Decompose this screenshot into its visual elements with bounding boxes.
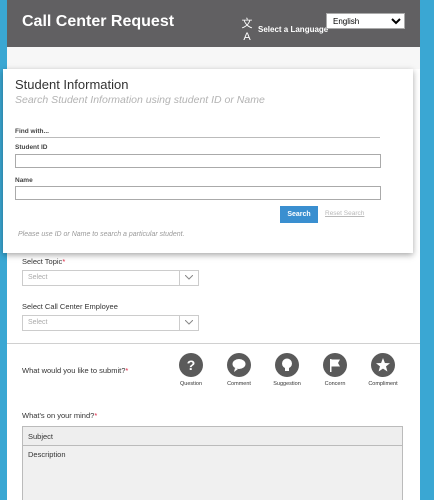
name-label: Name <box>15 177 33 184</box>
description-placeholder: Description <box>28 450 66 459</box>
option-label: Compliment <box>368 381 398 387</box>
chevron-down-icon <box>179 271 198 285</box>
name-input[interactable] <box>15 186 381 200</box>
submit-option-concern[interactable]: Concern <box>315 353 355 387</box>
student-info-subtitle: Search Student Information using student… <box>15 94 265 106</box>
translate-icon: 文A <box>241 18 253 43</box>
topic-select[interactable]: Select <box>22 270 199 286</box>
submit-option-suggestion[interactable]: Suggestion <box>267 353 307 387</box>
submit-option-question[interactable]: ? Question <box>171 353 211 387</box>
option-label: Question <box>179 381 202 387</box>
search-button[interactable]: Search <box>280 206 318 223</box>
comment-icon <box>232 359 246 372</box>
language-label: Select a Language <box>258 24 329 34</box>
subject-field[interactable]: Subject <box>23 427 402 446</box>
search-hint: Please use ID or Name to search a partic… <box>18 231 185 238</box>
employee-label: Select Call Center Employee <box>22 302 118 311</box>
student-id-input[interactable] <box>15 154 381 168</box>
header-bar: Call Center Request 文A Select a Language… <box>7 0 420 47</box>
submit-label: What would you like to submit?* <box>22 366 129 375</box>
page-title: Call Center Request <box>22 13 175 30</box>
reset-search-link[interactable]: Reset Search <box>325 210 364 217</box>
employee-select[interactable]: Select <box>22 315 199 331</box>
message-box: Subject Description <box>22 426 403 500</box>
mind-label: What's on your mind?* <box>22 411 98 420</box>
flag-icon <box>330 359 340 372</box>
student-info-title: Student Information <box>15 77 129 92</box>
lightbulb-icon <box>282 358 292 371</box>
topic-placeholder: Select <box>28 274 48 281</box>
find-divider <box>15 137 380 138</box>
question-icon: ? <box>187 357 196 373</box>
student-id-label: Student ID <box>15 144 48 151</box>
submit-option-comment[interactable]: Comment <box>219 353 259 387</box>
language-picker: 文A Select a Language English <box>240 13 405 43</box>
star-icon <box>376 358 390 372</box>
header-spacer <box>7 47 420 69</box>
submit-option-compliment[interactable]: Compliment <box>363 353 403 387</box>
find-with-label: Find with... <box>15 128 49 135</box>
language-select[interactable]: English <box>326 13 405 29</box>
svg-text:?: ? <box>187 357 196 373</box>
chevron-down-icon <box>179 316 198 330</box>
option-label: Comment <box>227 381 251 387</box>
option-label: Concern <box>324 381 346 387</box>
section-divider <box>7 343 420 344</box>
subject-placeholder: Subject <box>28 432 54 441</box>
student-info-card: Student Information Search Student Infor… <box>3 69 413 253</box>
option-label: Suggestion <box>273 381 301 387</box>
topic-label: Select Topic* <box>22 257 66 266</box>
employee-placeholder: Select <box>28 319 48 326</box>
